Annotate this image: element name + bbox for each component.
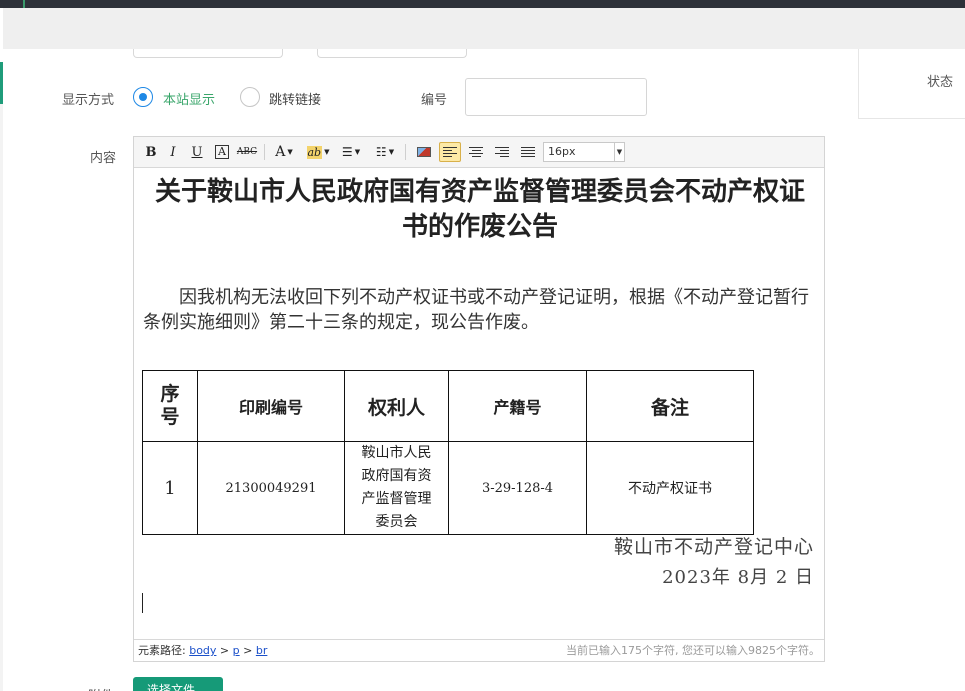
toolbar-separator — [264, 144, 265, 160]
highlight-button[interactable]: ab ▼ — [304, 142, 332, 162]
radio-redirect-link-label[interactable]: 跳转链接 — [269, 89, 321, 108]
table-cell: 21300049291 — [197, 441, 345, 535]
app-top-bar — [0, 0, 965, 8]
chevron-down-icon: ▼ — [354, 148, 361, 156]
table-cell: 鞍山市人民政府国有资产监督管理委员会 — [344, 441, 449, 535]
document-title: 关于鞍山市人民政府国有资产监督管理委员会不动产权证书的作废公告 — [154, 177, 805, 242]
document-signature: 鞍山市不动产登记中心 — [613, 536, 814, 558]
document-date: 2023年 8月 2 日 — [662, 567, 814, 588]
status-panel: 状态 — [858, 49, 965, 119]
radio-local-display-label[interactable]: 本站显示 — [163, 89, 215, 108]
path-link-br[interactable]: br — [256, 644, 268, 657]
chevron-down-icon: ▼ — [324, 148, 330, 156]
display-mode-label: 显示方式 — [62, 93, 115, 108]
image-icon — [417, 147, 431, 157]
attachment-label: 附件 — [88, 685, 114, 691]
document-paragraph: 因我机构无法收回下列不动产权证书或不动产登记证明，根据《不动产登记暂行条例实施细… — [143, 287, 809, 333]
top-bar-marker — [23, 0, 25, 8]
table-header-cell: 权利人 — [344, 370, 449, 442]
number-label: 编号 — [421, 93, 448, 108]
number-input[interactable] — [465, 78, 647, 116]
path-link-body[interactable]: body — [189, 644, 216, 657]
align-justify-button[interactable] — [518, 142, 538, 162]
font-size-select[interactable]: 16px ▼ — [543, 142, 625, 162]
element-path: 元素路径: body > p > br — [138, 644, 268, 657]
table-header-cell: 备注 — [586, 370, 754, 442]
text-cursor — [142, 593, 143, 613]
sidebar-edge — [0, 104, 3, 691]
certificate-table: 序号 印刷编号 权利人 产籍号 备注 1 21300049291 鞍山市人民政府… — [142, 370, 754, 535]
align-left-icon — [443, 146, 457, 158]
page-header-strip — [3, 8, 965, 49]
table-cell: 3-29-128-4 — [448, 441, 587, 535]
choose-file-button[interactable]: 选择文件 — [133, 677, 223, 691]
table-cell: 不动产权证书 — [586, 441, 754, 535]
upper-field-1[interactable] — [133, 49, 283, 58]
chevron-down-icon: ▼ — [388, 148, 395, 156]
ordered-list-icon: ☰ — [341, 145, 353, 159]
align-left-button[interactable] — [439, 142, 461, 162]
align-justify-icon — [521, 146, 535, 158]
unordered-list-icon: ☷ — [375, 145, 387, 159]
radio-redirect-link[interactable] — [240, 87, 260, 107]
editor-status-bar: 元素路径: body > p > br 当前已输入175个字符, 您还可以输入9… — [134, 639, 824, 661]
italic-button[interactable]: I — [166, 142, 180, 162]
table-header-row: 序号 印刷编号 权利人 产籍号 备注 — [142, 370, 754, 442]
chevron-down-icon: ▼ — [287, 148, 293, 156]
ordered-list-button[interactable]: ☰ ▼ — [339, 142, 363, 162]
content-label: 内容 — [90, 151, 117, 166]
path-link-p[interactable]: p — [233, 644, 240, 657]
table-header-cell: 序号 — [142, 370, 198, 442]
table-header-cell: 产籍号 — [448, 370, 587, 442]
table-cell: 1 — [142, 441, 198, 535]
align-center-button[interactable] — [466, 142, 486, 162]
toolbar-separator — [405, 144, 406, 160]
upload-button-label: 选择文件 — [147, 683, 196, 691]
sidebar-active-indicator — [0, 62, 3, 104]
align-right-button[interactable] — [492, 142, 512, 162]
font-color-icon: A — [275, 144, 286, 160]
editor-toolbar: B I U A ABC A ▼ ab ▼ ☰ ▼ ☷ ▼ 16px ▼ — [134, 137, 824, 168]
upper-field-2[interactable] — [317, 49, 467, 58]
font-size-value: 16px — [548, 145, 576, 158]
table-header-cell: 印刷编号 — [197, 370, 345, 442]
align-right-icon — [495, 146, 509, 158]
chevron-down-icon: ▼ — [614, 143, 624, 161]
table-row: 1 21300049291 鞍山市人民政府国有资产监督管理委员会 3-29-12… — [142, 441, 754, 535]
rich-text-editor[interactable]: B I U A ABC A ▼ ab ▼ ☰ ▼ ☷ ▼ 16px ▼ 关于鞍山市人民政府… — [133, 136, 825, 662]
insert-image-button[interactable] — [414, 142, 434, 162]
strikethrough-button[interactable]: ABC — [236, 142, 258, 162]
bold-button[interactable]: B — [144, 142, 158, 162]
font-color-button[interactable]: A ▼ — [272, 142, 296, 162]
highlight-icon: ab — [306, 145, 323, 159]
underline-button[interactable]: U — [190, 142, 204, 162]
align-center-icon — [469, 146, 483, 158]
status-label: 状态 — [927, 75, 954, 90]
editor-content[interactable]: 关于鞍山市人民政府国有资产监督管理委员会不动产权证书的作废公告 因我机构无法收回… — [134, 169, 824, 639]
element-path-label: 元素路径: — [138, 644, 186, 657]
radio-local-display[interactable] — [133, 87, 153, 107]
unordered-list-button[interactable]: ☷ ▼ — [373, 142, 397, 162]
character-counter: 当前已输入175个字符, 您还可以输入9825个字符。 — [566, 644, 820, 657]
font-border-button[interactable]: A — [214, 142, 230, 162]
font-border-icon: A — [215, 145, 229, 159]
